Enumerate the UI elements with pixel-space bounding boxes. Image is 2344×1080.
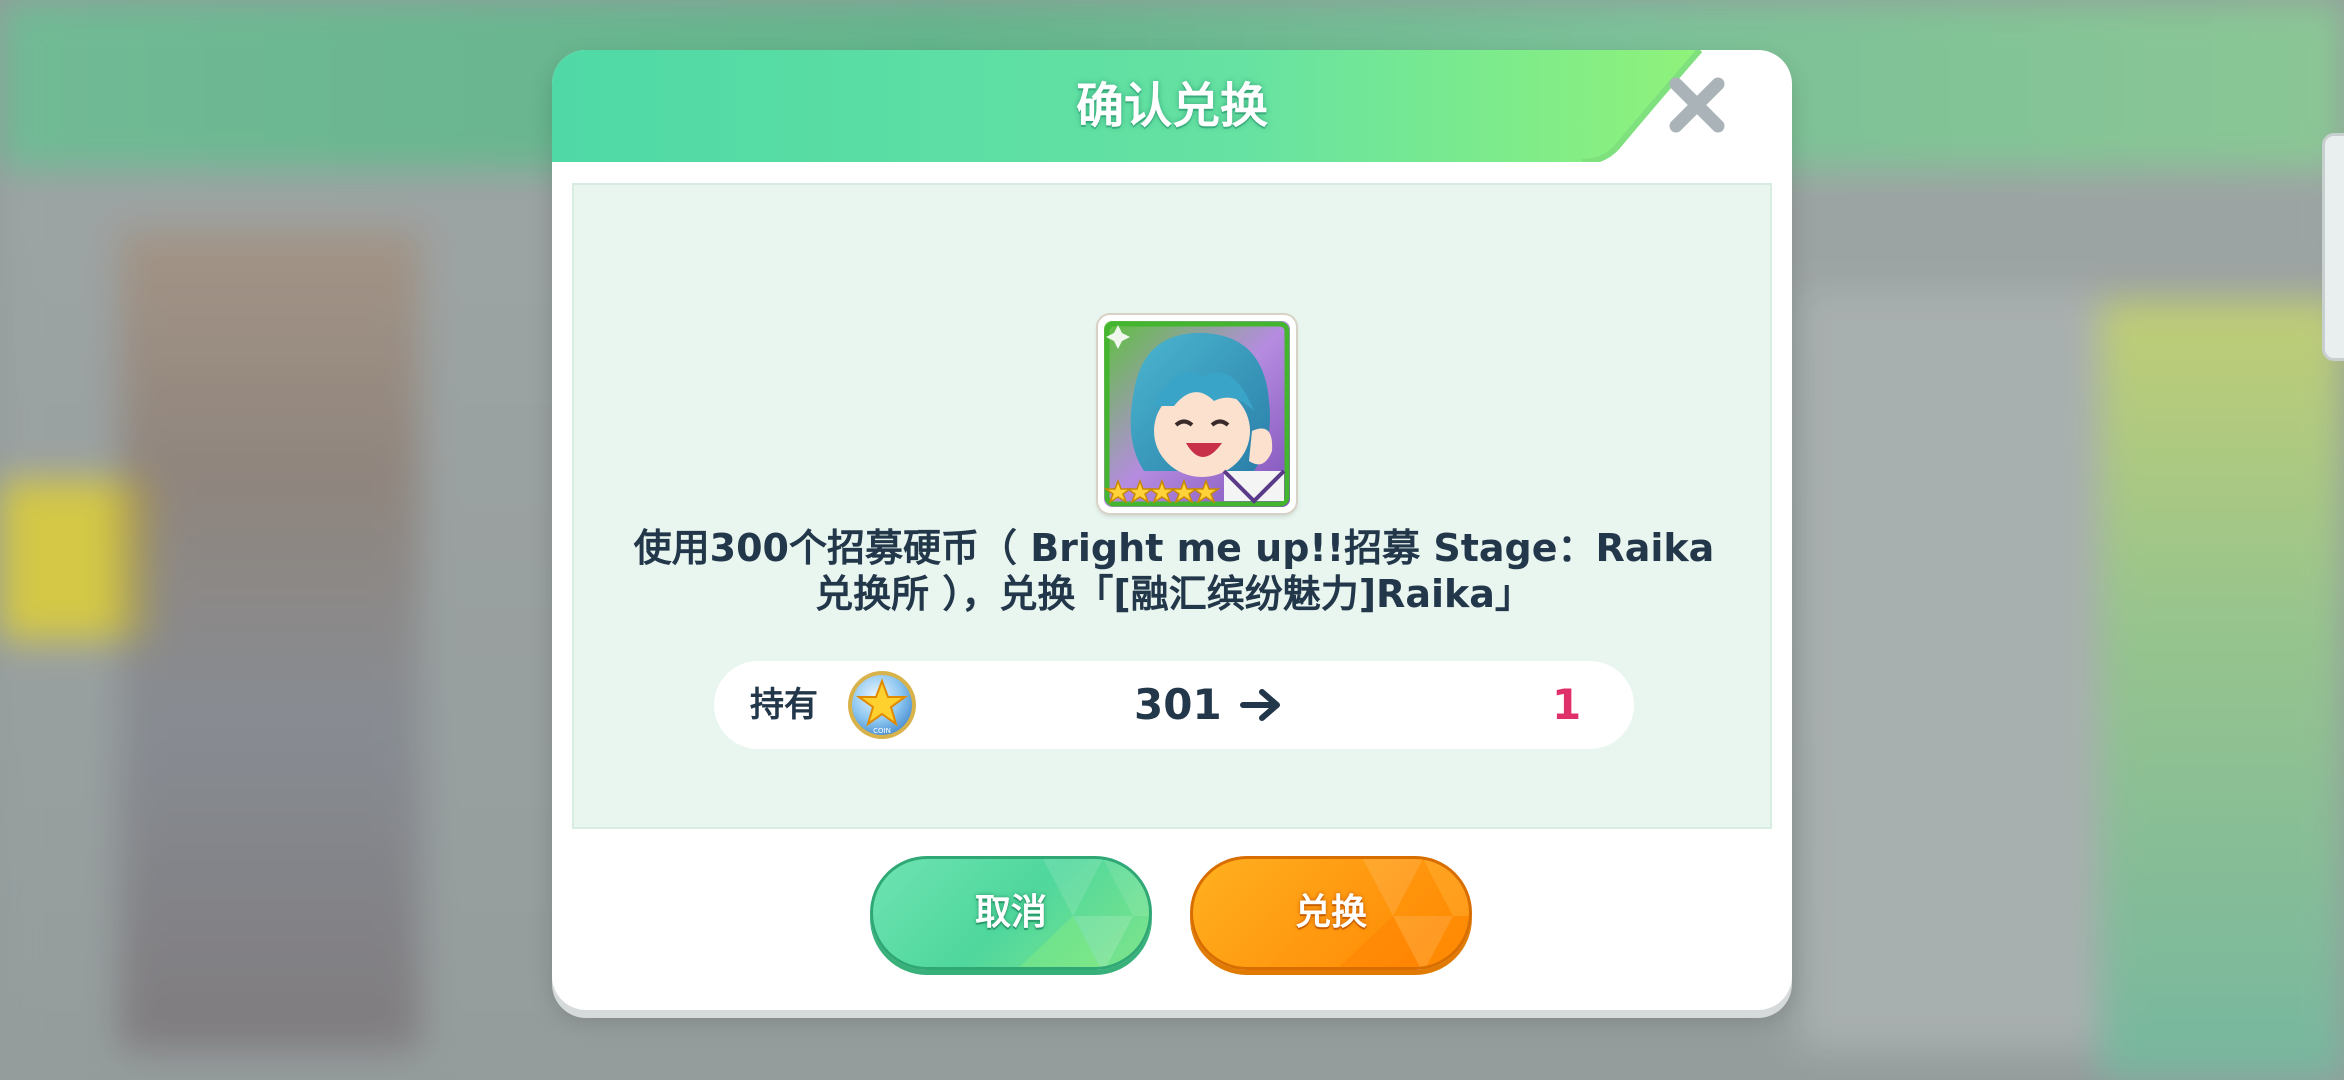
character-portrait-icon: [1104, 321, 1290, 507]
recruit-coin-star-icon: COIN: [848, 671, 916, 739]
owned-coins-bar: 持有 COIN 301 1: [714, 661, 1634, 749]
exchange-message: 使用300个招募硬币（ Bright me up!!招募 Stage：Raika…: [633, 526, 1715, 616]
character-card-thumbnail[interactable]: [1098, 315, 1296, 513]
screen: 确认兑换 使用300个招募硬币（ Bright me up!!招募 Stage：…: [0, 0, 2344, 1080]
cancel-label: 取消: [974, 892, 1047, 933]
arrow-right-icon: [1240, 689, 1280, 721]
exchange-content-panel: 使用300个招募硬币（ Bright me up!!招募 Stage：Raika…: [572, 183, 1772, 829]
side-drawer-handle[interactable]: [2322, 133, 2344, 361]
owned-label: 持有: [750, 685, 818, 725]
owned-current-value: 301: [1134, 680, 1222, 729]
svg-text:COIN: COIN: [873, 727, 891, 735]
exchange-label: 兑换: [1294, 892, 1367, 933]
owned-after-value: 1: [1552, 680, 1582, 729]
close-button[interactable]: [1662, 70, 1732, 140]
exchange-confirm-dialog: 确认兑换 使用300个招募硬币（ Bright me up!!招募 Stage：…: [552, 50, 1792, 1010]
close-icon: [1669, 77, 1725, 133]
dialog-title: 确认兑换: [1075, 78, 1268, 134]
cancel-button[interactable]: 取消: [870, 856, 1152, 970]
exchange-button[interactable]: 兑换: [1190, 856, 1472, 970]
